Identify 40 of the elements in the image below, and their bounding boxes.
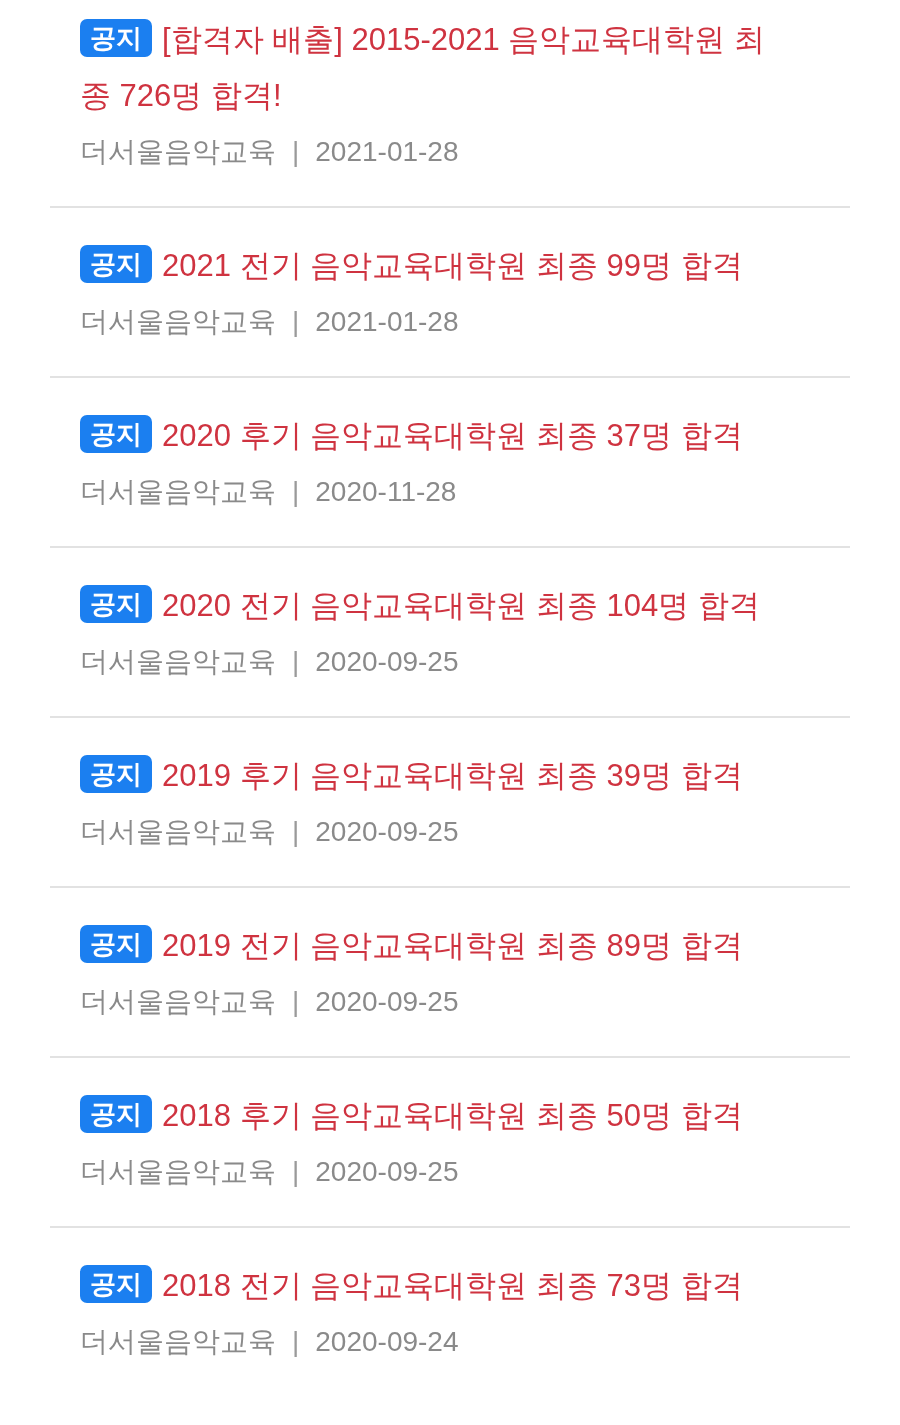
- notice-title[interactable]: 공지 2018 전기 음악교육대학원 최종 73명 합격: [80, 1258, 770, 1314]
- post-date: 2020-09-25: [315, 1155, 459, 1189]
- author: 더서울음악교육: [80, 1325, 276, 1359]
- notice-title[interactable]: 공지 2021 전기 음악교육대학원 최종 99명 합격: [80, 238, 770, 294]
- separator: |: [292, 475, 300, 509]
- author: 더서울음악교육: [80, 305, 276, 339]
- post-date: 2020-09-24: [315, 1325, 459, 1359]
- author: 더서울음악교육: [80, 135, 276, 169]
- notice-title[interactable]: 공지 [합격자 배출] 2015-2021 음악교육대학원 최종 726명 합격!: [80, 12, 770, 124]
- separator: |: [292, 985, 300, 1019]
- post-date: 2020-09-25: [315, 985, 459, 1019]
- notice-badge: 공지: [80, 925, 152, 963]
- author: 더서울음악교육: [80, 475, 276, 509]
- separator: |: [292, 645, 300, 679]
- notice-badge: 공지: [80, 245, 152, 283]
- post-date: 2020-09-25: [315, 815, 459, 849]
- post-date: 2020-11-28: [315, 475, 457, 509]
- author: 더서울음악교육: [80, 645, 276, 679]
- notice-badge: 공지: [80, 585, 152, 623]
- separator: |: [292, 305, 300, 339]
- notice-title[interactable]: 공지 2018 후기 음악교육대학원 최종 50명 합격: [80, 1088, 770, 1144]
- post-date: 2021-01-28: [315, 135, 459, 169]
- separator: |: [292, 1155, 300, 1189]
- notice-badge: 공지: [80, 415, 152, 453]
- notice-title[interactable]: 공지 2019 전기 음악교육대학원 최종 89명 합격: [80, 918, 770, 974]
- notice-badge: 공지: [80, 755, 152, 793]
- notice-badge: 공지: [80, 1095, 152, 1133]
- author: 더서울음악교육: [80, 1155, 276, 1189]
- notice-title[interactable]: 공지 2020 전기 음악교육대학원 최종 104명 합격: [80, 578, 770, 634]
- author: 더서울음악교육: [80, 985, 276, 1019]
- post-date: 2020-09-25: [315, 645, 459, 679]
- notice-badge: 공지: [80, 19, 152, 57]
- notice-title[interactable]: 공지 2020 후기 음악교육대학원 최종 37명 합격: [80, 408, 770, 464]
- notice-title[interactable]: 공지 2019 후기 음악교육대학원 최종 39명 합격: [80, 748, 770, 804]
- author: 더서울음악교육: [80, 815, 276, 849]
- separator: |: [292, 815, 300, 849]
- separator: |: [292, 1325, 300, 1359]
- separator: |: [292, 135, 300, 169]
- notice-badge: 공지: [80, 1265, 152, 1303]
- post-date: 2021-01-28: [315, 305, 459, 339]
